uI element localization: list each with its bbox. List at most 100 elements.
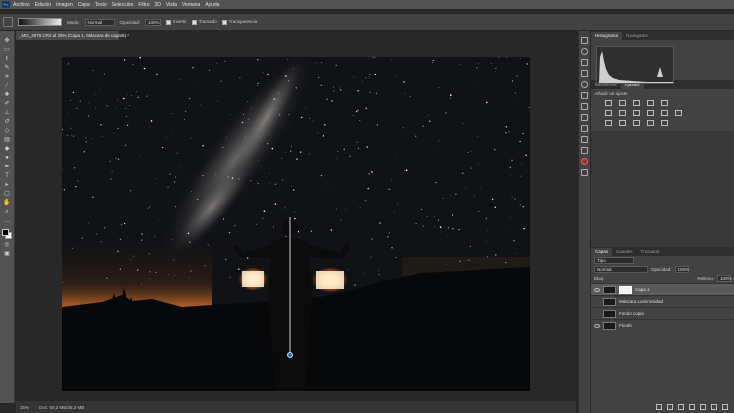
color-icon[interactable]: [581, 48, 588, 55]
menu-capa[interactable]: Capa: [78, 2, 90, 8]
screen-mode-icon[interactable]: ▣: [2, 250, 12, 258]
link-layers-icon[interactable]: [656, 404, 662, 410]
glyphs-icon[interactable]: [581, 136, 588, 143]
posterize-icon[interactable]: [619, 120, 626, 126]
brush-tool-icon[interactable]: ✐: [2, 100, 12, 108]
channel-mixer-icon[interactable]: [661, 110, 668, 116]
hand-tool-icon[interactable]: ✋: [2, 199, 12, 207]
new-group-icon[interactable]: [700, 404, 706, 410]
path-select-tool-icon[interactable]: ▸: [2, 181, 12, 189]
gradient-map-icon[interactable]: [647, 120, 654, 126]
exposure-icon[interactable]: [647, 100, 654, 106]
pen-tool-icon[interactable]: ✒: [2, 163, 12, 171]
eye-icon[interactable]: [594, 287, 600, 292]
selective-color-icon[interactable]: [661, 120, 668, 126]
add-mask-icon[interactable]: [678, 404, 684, 410]
invert-checkbox[interactable]: Invertir: [166, 19, 187, 25]
layer-filter-select[interactable]: Tipo: [594, 257, 634, 264]
layer-mask-thumbnail[interactable]: [619, 285, 632, 294]
eye-icon[interactable]: [594, 323, 600, 328]
color-lookup-icon[interactable]: [675, 110, 682, 116]
menu-3d[interactable]: 3D: [155, 2, 161, 8]
photo-filter-icon[interactable]: [647, 110, 654, 116]
dodge-tool-icon[interactable]: ●: [2, 154, 12, 162]
blend-mode-select[interactable]: Normal: [594, 266, 648, 273]
menu-vista[interactable]: Vista: [166, 2, 177, 8]
gradient-tool-icon[interactable]: [3, 17, 13, 27]
black-white-icon[interactable]: [633, 110, 640, 116]
actions-icon[interactable]: [581, 114, 588, 121]
tab-layers[interactable]: Capas: [591, 248, 613, 256]
image-canvas[interactable]: [62, 57, 530, 391]
layer-style-icon[interactable]: [667, 404, 673, 410]
zoom-level[interactable]: 25%: [20, 405, 29, 410]
mode-select[interactable]: Normal: [84, 18, 115, 26]
marquee-tool-icon[interactable]: ▭: [2, 46, 12, 54]
tab-navigator[interactable]: Navegador: [622, 32, 652, 40]
paragraph-icon[interactable]: [581, 103, 588, 110]
shape-tool-icon[interactable]: ▢: [2, 190, 12, 198]
gradient-picker[interactable]: [18, 18, 62, 26]
new-layer-icon[interactable]: [711, 404, 717, 410]
layer-opacity-input[interactable]: 100%: [674, 266, 689, 273]
opacity-input[interactable]: 100%: [145, 18, 162, 26]
layer-row[interactable]: Máscara Luminosidad: [591, 295, 734, 307]
plugin-icon[interactable]: [581, 158, 588, 165]
brightness-icon[interactable]: [605, 100, 612, 106]
color-swatches[interactable]: [1, 228, 13, 240]
crop-tool-icon[interactable]: ⌗: [2, 73, 12, 81]
swatches-icon[interactable]: [581, 59, 588, 66]
tab-histogram[interactable]: Histograma: [591, 32, 623, 40]
history-icon[interactable]: [581, 37, 588, 44]
menu-seleccion[interactable]: Selección: [112, 2, 134, 8]
eye-hidden-icon[interactable]: [594, 312, 600, 316]
move-tool-icon[interactable]: ✥: [2, 37, 12, 45]
quick-select-tool-icon[interactable]: ✎: [2, 64, 12, 72]
eyedropper-tool-icon[interactable]: ⁄: [2, 82, 12, 90]
levels-icon[interactable]: [619, 100, 626, 106]
eye-hidden-icon[interactable]: [594, 300, 600, 304]
blur-tool-icon[interactable]: ◆: [2, 145, 12, 153]
dither-checkbox[interactable]: Tramado: [191, 19, 217, 25]
tab-paths[interactable]: Trazados: [637, 248, 664, 256]
vibrance-icon[interactable]: [661, 100, 668, 106]
type-tool-icon[interactable]: T: [2, 172, 12, 180]
layer-row[interactable]: Fondo copia: [591, 307, 734, 319]
menu-texto[interactable]: Texto: [95, 2, 107, 8]
menu-imagen[interactable]: Imagen: [56, 2, 73, 8]
threshold-icon[interactable]: [633, 120, 640, 126]
invert-icon[interactable]: [605, 120, 612, 126]
menu-filtro[interactable]: Filtro: [138, 2, 149, 8]
new-adjustment-icon[interactable]: [689, 404, 695, 410]
info-icon[interactable]: [581, 147, 588, 154]
color-balance-icon[interactable]: [619, 110, 626, 116]
menu-archivo[interactable]: Archivo: [13, 2, 30, 8]
zoom-tool-icon[interactable]: ⌕: [2, 208, 12, 216]
document-tab[interactable]: _MG_4876.CR2 al 25% (Capa 1, Máscara de …: [16, 31, 129, 40]
photoshop-logo-icon[interactable]: Ps: [2, 1, 10, 8]
clone-stamp-tool-icon[interactable]: ⊥: [2, 109, 12, 117]
curves-icon[interactable]: [633, 100, 640, 106]
styles-icon[interactable]: [581, 125, 588, 132]
more-tools-icon[interactable]: …: [2, 217, 12, 225]
channels-icon[interactable]: [581, 169, 588, 176]
quick-mask-icon[interactable]: ◎: [2, 241, 12, 249]
brush-settings-icon[interactable]: [581, 81, 588, 88]
tab-channels[interactable]: Canales: [612, 248, 637, 256]
history-brush-tool-icon[interactable]: ↺: [2, 118, 12, 126]
gradient-tool-icon[interactable]: ▤: [2, 136, 12, 144]
layer-row[interactable]: Capa 1: [591, 283, 734, 295]
hue-saturation-icon[interactable]: [605, 110, 612, 116]
character-icon[interactable]: [581, 92, 588, 99]
transparency-checkbox[interactable]: Transparencia: [221, 19, 257, 25]
layer-row[interactable]: Fondo: [591, 319, 734, 331]
lasso-tool-icon[interactable]: ℓ: [2, 55, 12, 63]
menu-ayuda[interactable]: Ayuda: [205, 2, 219, 8]
trash-icon[interactable]: [722, 404, 728, 410]
eraser-tool-icon[interactable]: ◇: [2, 127, 12, 135]
menu-ventana[interactable]: Ventana: [182, 2, 200, 8]
menu-edicion[interactable]: Edición: [35, 2, 51, 8]
foreground-color-swatch[interactable]: [2, 229, 9, 236]
healing-brush-tool-icon[interactable]: ✚: [2, 91, 12, 99]
document-info[interactable]: Doc: 50,2 MB/38,3 MB: [39, 405, 84, 410]
